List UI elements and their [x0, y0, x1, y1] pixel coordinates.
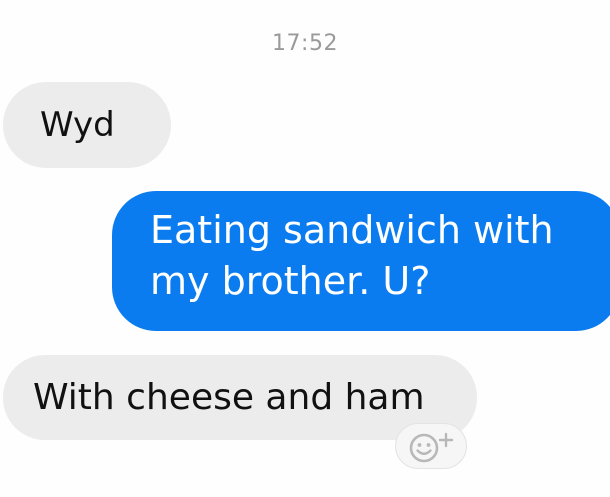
message-text-line: Eating sandwich with: [150, 208, 554, 252]
message-text: Wyd: [40, 105, 115, 145]
chat-screen: 17:52 Wyd Eating sandwich with my brothe…: [0, 0, 610, 497]
message-timestamp: 17:52: [272, 31, 338, 56]
message-text-line: my brother. U?: [150, 259, 431, 303]
add-reaction-icon: [409, 432, 454, 463]
incoming-message-bubble[interactable]: Wyd: [3, 82, 171, 168]
message-text: With cheese and ham: [33, 377, 425, 418]
add-reaction-button[interactable]: [395, 423, 467, 469]
outgoing-message-bubble[interactable]: Eating sandwich with my brother. U?: [112, 191, 610, 331]
